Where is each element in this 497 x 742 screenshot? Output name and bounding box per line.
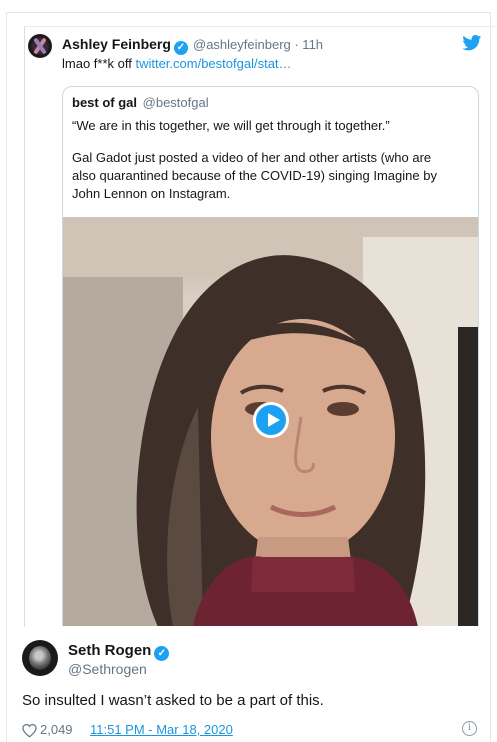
quoted-tweet-link[interactable]: twitter.com/bestofgal/stat… — [135, 56, 291, 71]
quoted-text-line: also quarantined because of the COVID-19… — [72, 168, 437, 183]
quoted-tweet-card[interactable]: best of gal @bestofgal “We are in this t… — [62, 86, 479, 626]
seth-avatar[interactable] — [22, 640, 58, 676]
twitter-bird-icon[interactable] — [462, 35, 482, 51]
video-thumbnail[interactable] — [63, 217, 478, 626]
inner-handle-time[interactable]: @ashleyfeinberg · 11h — [193, 37, 323, 52]
tweet-timestamp-link[interactable]: 11:51 PM - Mar 18, 2020 — [90, 722, 233, 737]
outer-author-name[interactable]: Seth Rogen ✓ — [68, 642, 170, 661]
heart-icon[interactable] — [22, 723, 37, 738]
inner-tweet-text: lmao f**k off twitter.com/bestofgal/stat… — [62, 56, 292, 71]
verified-badge-icon: ✓ — [173, 41, 188, 55]
outer-tweet-text: So insulted I wasn’t asked to be a part … — [22, 692, 324, 709]
quoted-tweet-header: best of gal @bestofgal — [72, 95, 209, 110]
quoted-text-line: “We are in this together, we will get th… — [72, 118, 390, 133]
outer-author-name-text[interactable]: Seth Rogen — [68, 642, 151, 659]
verified-badge-icon: ✓ — [154, 646, 170, 661]
quoted-text-line: Gal Gadot just posted a video of her and… — [72, 150, 432, 165]
inner-author-name[interactable]: Ashley Feinberg ✓ — [62, 36, 188, 55]
outer-author-handle[interactable]: @Sethrogen — [68, 661, 147, 677]
inner-tweet-text-prefix: lmao f**k off — [62, 56, 136, 71]
play-icon[interactable] — [253, 402, 289, 438]
quoted-author-name[interactable]: best of gal — [72, 95, 137, 110]
inner-author-name-text[interactable]: Ashley Feinberg — [62, 36, 171, 52]
quoted-text-line: John Lennon on Instagram. — [72, 186, 231, 201]
like-count[interactable]: 2,049 — [40, 722, 73, 737]
ashley-avatar[interactable] — [28, 34, 52, 58]
info-icon[interactable]: i — [462, 721, 477, 736]
quoted-author-handle[interactable]: @bestofgal — [143, 95, 209, 110]
